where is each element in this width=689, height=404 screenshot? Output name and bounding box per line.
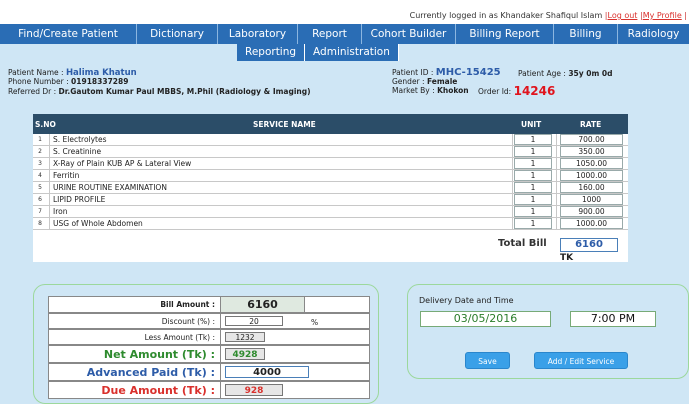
delivery-time-input[interactable]: 7:00 PM: [570, 311, 656, 327]
bill-amount-label: Bill Amount :: [49, 297, 221, 312]
billing-panel: Bill Amount : 6160 Discount (%) : 20 % L…: [33, 284, 379, 404]
market-line: Market By : Khokon: [392, 86, 469, 95]
patient-name-label: Patient Name :: [8, 68, 64, 77]
table-row: 5 URINE ROUTINE EXAMINATION 1 160.00: [33, 182, 628, 194]
col-sno: S.NO: [35, 120, 56, 129]
table-row: 7 Iron 1 900.00: [33, 206, 628, 218]
delivery-label: Delivery Date and Time: [419, 296, 514, 305]
col-rate: RATE: [580, 120, 602, 129]
total-bill-value: 6160: [560, 238, 618, 252]
patient-age: 35y 0m 0d: [568, 69, 613, 78]
unit-input[interactable]: 1: [514, 194, 552, 205]
percent-label: %: [311, 318, 319, 327]
net-amount-value: 4928: [225, 348, 265, 360]
due-amount-value: 928: [225, 384, 283, 396]
patient-id-label: Patient ID :: [392, 68, 434, 77]
nav-report[interactable]: Report: [298, 24, 362, 44]
col-unit: UNIT: [521, 120, 542, 129]
order-label: Order Id:: [478, 87, 512, 96]
table-header: S.NO SERVICE NAME UNIT RATE: [33, 114, 628, 134]
unit-input[interactable]: 1: [514, 182, 552, 193]
add-edit-service-button[interactable]: Add / Edit Service: [534, 352, 628, 369]
order-id: 14246: [513, 84, 556, 98]
less-amount-label: Less Amount (Tk) :: [49, 330, 221, 344]
nav-radiology[interactable]: Radiology: [618, 24, 689, 44]
login-text: Currently logged in as Khandaker Shafiqu…: [409, 11, 603, 20]
table-row: 2 S. Creatinine 1 350.00: [33, 146, 628, 158]
order-line: Order Id: 14246: [478, 84, 555, 98]
patient-age-line: Patient Age : 35y 0m 0d: [518, 69, 612, 78]
unit-input[interactable]: 1: [514, 170, 552, 181]
rate-input[interactable]: 1050.00: [560, 158, 623, 169]
main-nav: Find/Create Patient Dictionary Laborator…: [0, 24, 689, 44]
advanced-paid-label: Advanced Paid (Tk) :: [49, 364, 221, 380]
nav-find-create-patient[interactable]: Find/Create Patient: [0, 24, 137, 44]
sub-nav: Reporting Administration: [237, 44, 399, 61]
nav-billing-report[interactable]: Billing Report: [456, 24, 554, 44]
gender: Female: [426, 77, 458, 86]
my-profile-link[interactable]: My Profile: [643, 11, 682, 20]
col-service-name: SERVICE NAME: [253, 120, 316, 129]
unit-input[interactable]: 1: [514, 158, 552, 169]
market-by: Khokon: [437, 86, 469, 95]
advanced-paid-row: Advanced Paid (Tk) : 4000: [48, 363, 370, 381]
phone-label: Phone Number :: [8, 77, 69, 86]
discount-label: Discount (%) :: [49, 314, 221, 328]
referred-line: Referred Dr : Dr.Gautom Kumar Paul MBBS,…: [8, 87, 311, 96]
services-table: S.NO SERVICE NAME UNIT RATE 1 S. Electrol…: [33, 114, 628, 263]
referred-label: Referred Dr :: [8, 87, 57, 96]
discount-row: Discount (%) : 20 %: [48, 313, 370, 329]
gender-label: Gender :: [392, 77, 425, 86]
nav-dictionary[interactable]: Dictionary: [137, 24, 218, 44]
top-bar: Currently logged in as Khandaker Shafiqu…: [0, 0, 689, 24]
due-amount-row: Due Amount (Tk) : 928: [48, 381, 370, 399]
unit-input[interactable]: 1: [514, 146, 552, 157]
nav-administration[interactable]: Administration: [305, 44, 399, 61]
table-row: 3 X-Ray of Plain KUB AP & Lateral View 1 10…: [33, 158, 628, 170]
unit-input[interactable]: 1: [514, 218, 552, 229]
nav-laboratory[interactable]: Laboratory: [218, 24, 298, 44]
rate-input[interactable]: 160.00: [560, 182, 623, 193]
net-amount-label: Net Amount (Tk) :: [49, 346, 221, 362]
rate-input[interactable]: 700.00: [560, 134, 623, 145]
unit-input[interactable]: 1: [514, 134, 552, 145]
net-amount-row: Net Amount (Tk) : 4928: [48, 345, 370, 363]
advanced-paid-input[interactable]: 4000: [225, 366, 309, 378]
total-bill-label: Total Bill: [498, 238, 547, 249]
market-label: Market By :: [392, 86, 435, 95]
delivery-panel: Delivery Date and Time 03/05/2016 7:00 P…: [407, 284, 689, 379]
bill-amount-value: 6160: [221, 297, 305, 312]
rate-input[interactable]: 1000: [560, 194, 623, 205]
login-status: Currently logged in as Khandaker Shafiqu…: [409, 11, 687, 20]
gender-line: Gender : Female: [392, 77, 457, 86]
nav-reporting[interactable]: Reporting: [237, 44, 306, 61]
logout-link[interactable]: Log out: [608, 11, 638, 20]
table-row: 1 S. Electrolytes 1 700.00: [33, 134, 628, 146]
patient-age-label: Patient Age :: [518, 69, 566, 78]
rate-input[interactable]: 1000.00: [560, 218, 623, 229]
less-amount-row: Less Amount (Tk) : 1232: [48, 329, 370, 345]
nav-billing[interactable]: Billing: [554, 24, 618, 44]
rate-input[interactable]: 1000.00: [560, 170, 623, 181]
table-row: 6 LIPID PROFILE 1 1000: [33, 194, 628, 206]
phone-line: Phone Number : 01918337289: [8, 77, 128, 86]
due-amount-label: Due Amount (Tk) :: [49, 382, 221, 398]
rate-input[interactable]: 900.00: [560, 206, 623, 217]
table-row: 8 USG of Whole Abdomen 1 1000.00: [33, 218, 628, 230]
rate-input[interactable]: 350.00: [560, 146, 623, 157]
discount-input[interactable]: 20: [225, 316, 283, 326]
delivery-date-input[interactable]: 03/05/2016: [420, 311, 551, 327]
currency-label: TK: [560, 253, 574, 263]
save-button[interactable]: Save: [465, 352, 510, 369]
bill-amount-row: Bill Amount : 6160: [48, 296, 370, 313]
referred-doctor: Dr.Gautom Kumar Paul MBBS, M.Phil (Radio…: [58, 87, 311, 96]
phone-number: 01918337289: [71, 77, 129, 86]
nav-cohort-builder[interactable]: Cohort Builder: [362, 24, 456, 44]
unit-input[interactable]: 1: [514, 206, 552, 217]
less-amount-value: 1232: [225, 332, 265, 342]
table-row: 4 Ferritin 1 1000.00: [33, 170, 628, 182]
